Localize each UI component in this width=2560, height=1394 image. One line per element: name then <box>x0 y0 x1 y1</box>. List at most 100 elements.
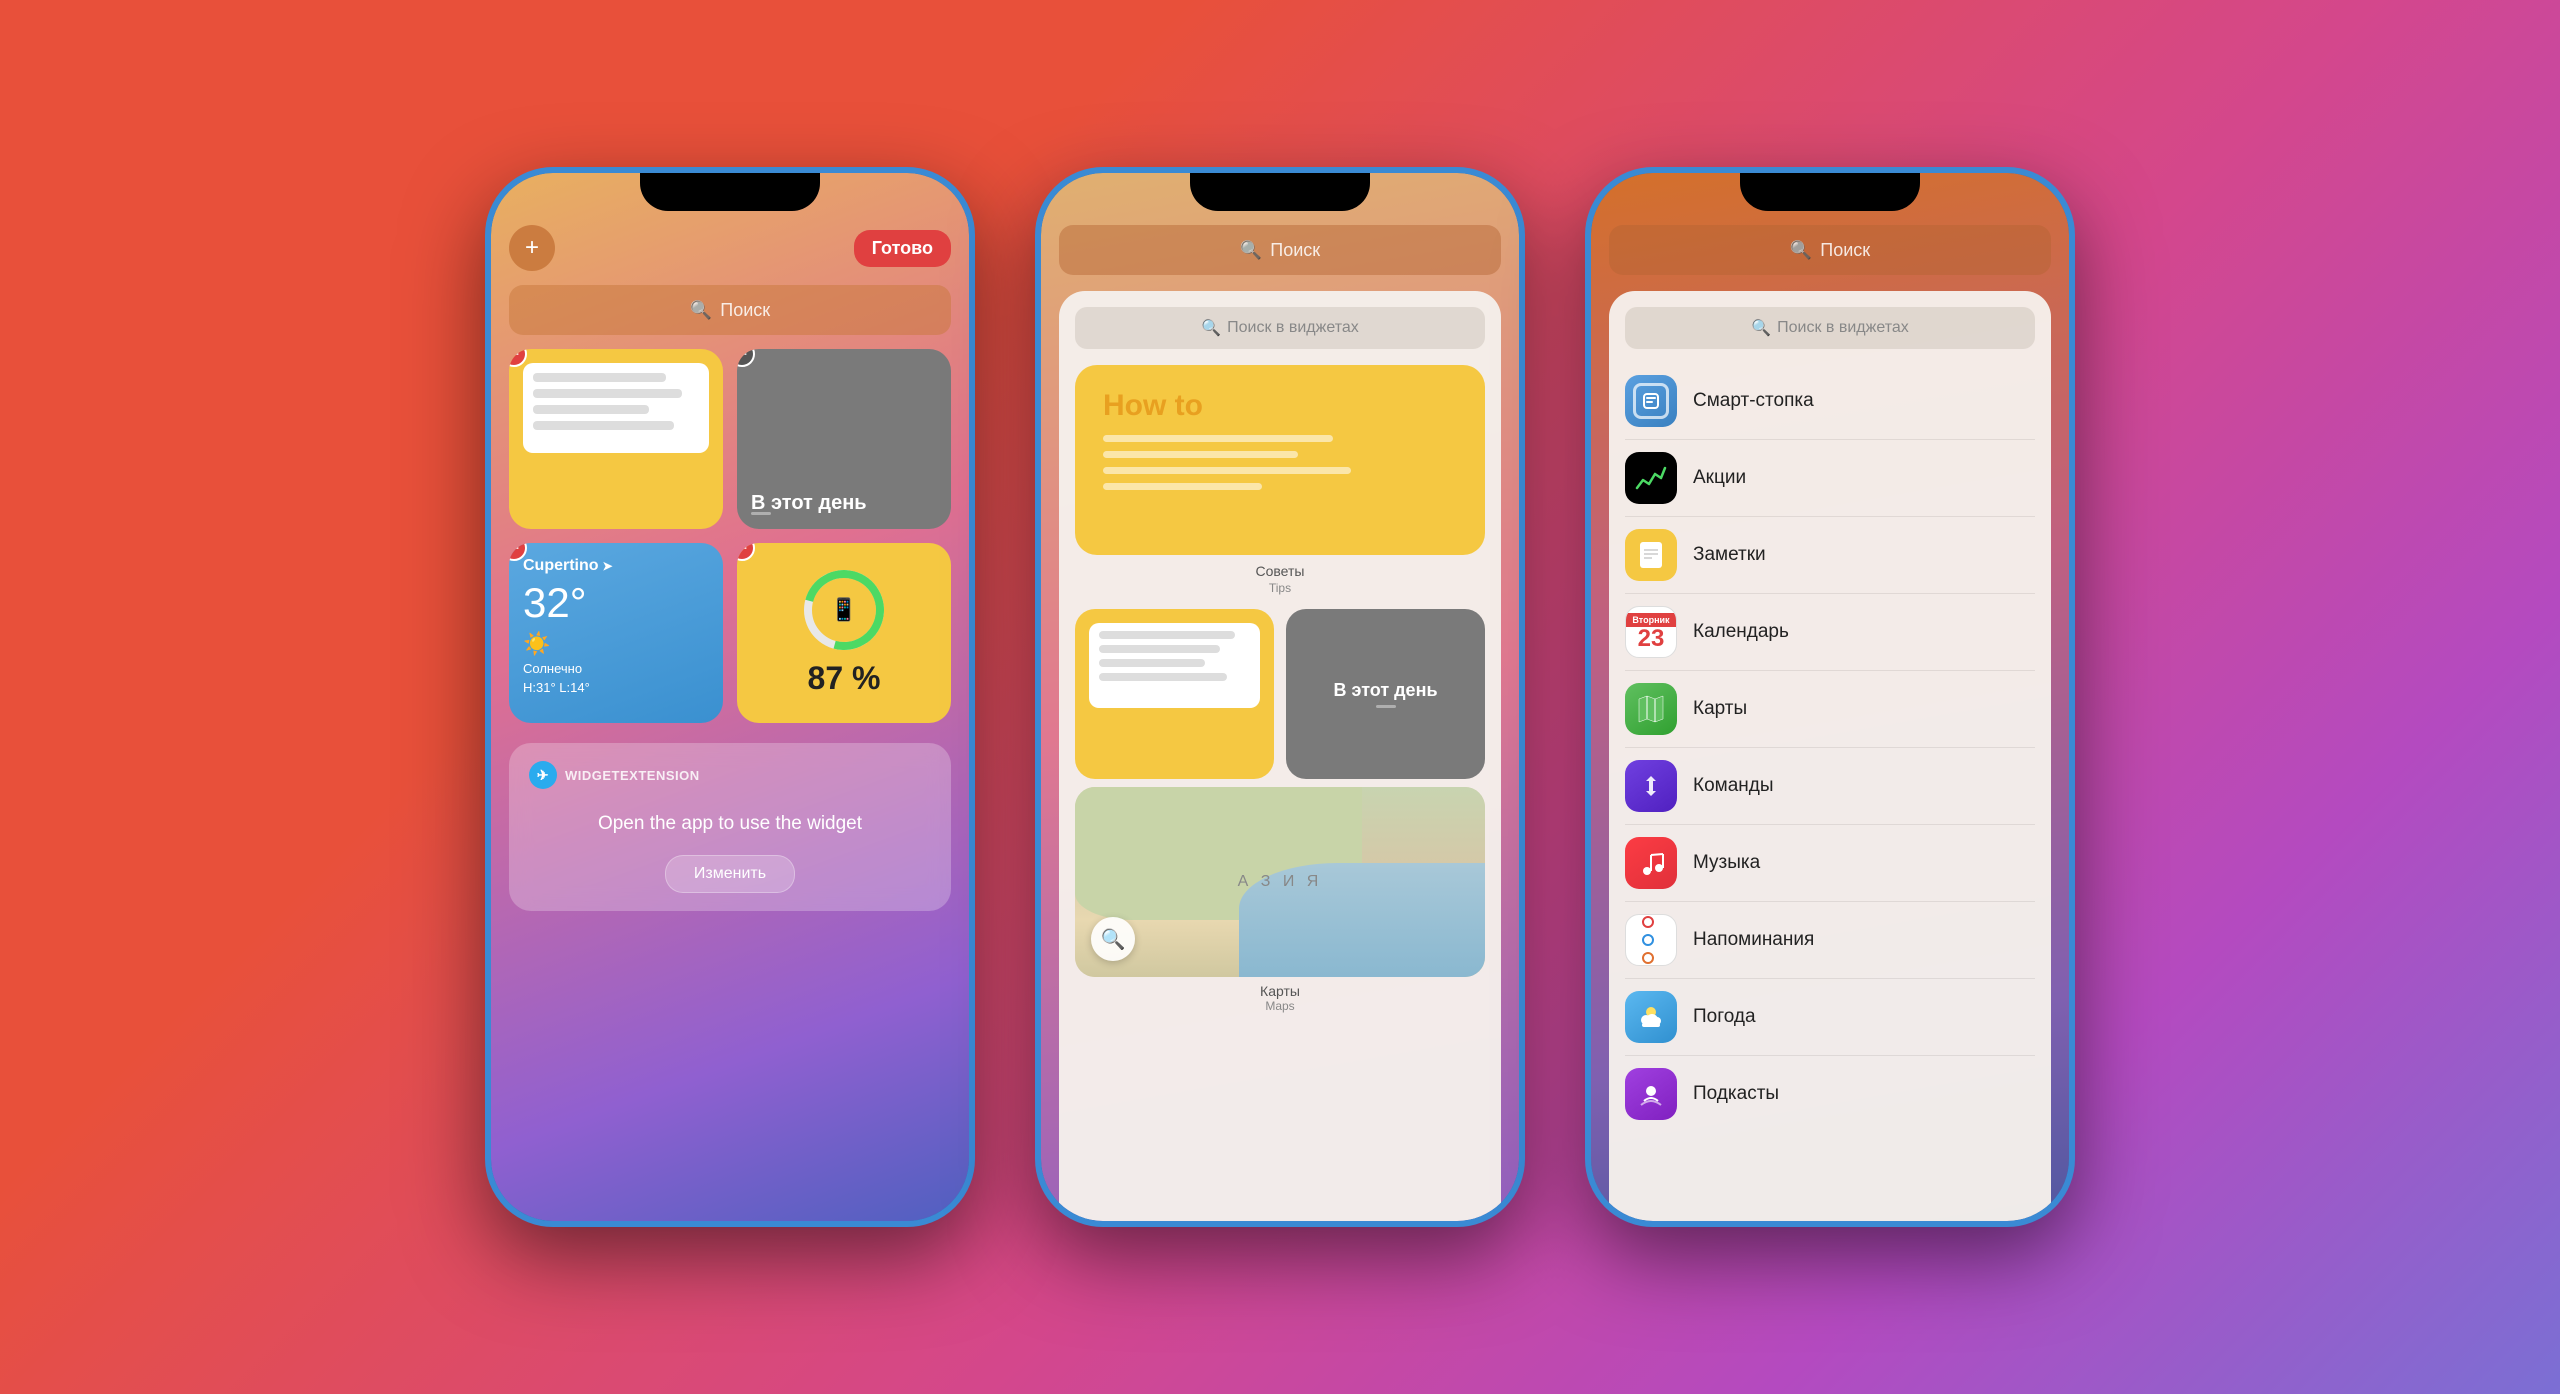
gallery-search-label: Поиск в виджетах <box>1227 319 1359 337</box>
smartstack-inner <box>1633 383 1669 419</box>
tips-widget[interactable]: How to <box>1075 365 1485 555</box>
notes-icon <box>1625 529 1677 581</box>
battery-percent: 87 % <box>808 660 881 697</box>
reminders-icon <box>1625 914 1677 966</box>
phone3-topbar: 🔍 Поиск <box>1609 225 2051 275</box>
list-item[interactable]: Вторник 23 Календарь <box>1625 594 2035 671</box>
app-name-weather: Погода <box>1693 1006 1756 1028</box>
tips-sublabel: Tips <box>1075 581 1485 595</box>
music-icon <box>1625 837 1677 889</box>
list-item[interactable]: Музыка <box>1625 825 2035 902</box>
weather-icon-app <box>1625 991 1677 1043</box>
list-item[interactable]: Смарт-стопка <box>1625 363 2035 440</box>
shortcuts-icon <box>1625 760 1677 812</box>
screen-3: 🔍 Поиск 🔍 Поиск в виджетах <box>1591 173 2069 1221</box>
izmeniti-button[interactable]: Изменить <box>665 855 795 893</box>
tg-text: Open the app to use the widget <box>529 803 931 855</box>
tip-dash-2 <box>1103 451 1298 458</box>
maps-icon <box>1625 683 1677 735</box>
ready-button[interactable]: Готово <box>854 230 951 267</box>
list-item[interactable]: Акции <box>1625 440 2035 517</box>
in-day-widget[interactable]: − В этот день <box>737 349 951 529</box>
search-bar-1[interactable]: 🔍 Поиск <box>509 285 951 335</box>
notes-small-widget[interactable]: Заметки Заметка <box>1075 609 1274 779</box>
app-name-reminders: Напоминания <box>1693 929 1814 951</box>
tips-dashes <box>1103 435 1457 490</box>
phone2-topbar: 🔍 Поиск <box>1059 225 1501 275</box>
tip-dash-1 <box>1103 435 1333 442</box>
weather-icon: ☀️ <box>523 631 709 657</box>
battery-widget[interactable]: − 📱 87 % <box>737 543 951 723</box>
phone1-topbar: + Готово <box>509 225 951 271</box>
add-widget-button[interactable]: + <box>509 225 555 271</box>
tip-dash-4 <box>1103 483 1262 490</box>
tg-title: ✈ WIDGETEXTENSION <box>529 761 931 789</box>
widgets-grid: − − В этот день <box>509 349 951 723</box>
p3-search-label: Поиск в виджетах <box>1777 319 1909 337</box>
tips-label: Советы <box>1075 563 1485 579</box>
app-name-calendar: Календарь <box>1693 621 1789 643</box>
stocks-icon <box>1625 452 1677 504</box>
map-sublabel: Maps <box>1075 999 1485 1013</box>
map-bg: А З И Я <box>1075 787 1485 977</box>
battery-ring: 📱 <box>804 570 884 650</box>
list-item[interactable]: Погода <box>1625 979 2035 1056</box>
app-list: Смарт-стопка Акции <box>1625 363 2035 1132</box>
list-item[interactable]: Карты <box>1625 671 2035 748</box>
tip-dash-3 <box>1103 467 1351 474</box>
search-icon-3: 🔍 <box>1790 240 1812 261</box>
search-icon-2: 🔍 <box>1240 240 1262 261</box>
list-item[interactable]: Подкасты <box>1625 1056 2035 1132</box>
map-label: Карты <box>1075 983 1485 999</box>
notes-widget-inner <box>509 349 723 529</box>
map-search-button[interactable]: 🔍 <box>1091 917 1135 961</box>
screen-1: + Готово 🔍 Поиск − <box>491 173 969 1221</box>
app-name-notes: Заметки <box>1693 544 1766 566</box>
list-item[interactable]: Заметки <box>1625 517 2035 594</box>
notch-3 <box>1740 173 1920 211</box>
widget-gallery-search[interactable]: 🔍 Поиск в виджетах <box>1075 307 1485 349</box>
app-name-stocks: Акции <box>1693 467 1746 489</box>
search-bar-2[interactable]: 🔍 Поиск <box>1059 225 1501 275</box>
telegram-widget[interactable]: ✈ WIDGETEXTENSION Open the app to use th… <box>509 743 951 911</box>
list-item[interactable]: Команды <box>1625 748 2035 825</box>
tips-howto: How to <box>1103 389 1457 423</box>
phone-1: + Готово 🔍 Поиск − <box>485 167 975 1227</box>
map-widget[interactable]: А З И Я 🔍 <box>1075 787 1485 977</box>
notch-1 <box>640 173 820 211</box>
search-label-3: Поиск <box>1820 240 1870 261</box>
app-name-maps: Карты <box>1693 698 1747 720</box>
notch-2 <box>1190 173 1370 211</box>
weather-temp: 32° <box>523 579 709 627</box>
weather-widget[interactable]: − Cupertino ➤ 32° ☀️ Солнечно H:31° L:14… <box>509 543 723 723</box>
calendar-day: 23 <box>1638 627 1665 651</box>
list-item[interactable]: Напоминания <box>1625 902 2035 979</box>
calendar-icon: Вторник 23 <box>1625 606 1677 658</box>
remove-battery-btn[interactable]: − <box>737 543 755 561</box>
weather-city: Cupertino ➤ <box>523 557 709 575</box>
weather-desc: Солнечно <box>523 661 709 676</box>
smartstack-icon <box>1625 375 1677 427</box>
zaметки-widget-inner <box>1075 609 1274 779</box>
notes-widget[interactable]: − <box>509 349 723 529</box>
search-label-1: Поиск <box>720 300 770 321</box>
app-name-music: Музыка <box>1693 852 1760 874</box>
photo-small-widget[interactable]: В этот день Фото Для Вас <box>1286 609 1485 779</box>
app-name-smartstack: Смарт-стопка <box>1693 390 1814 412</box>
phone3-content: 🔍 Поиск в виджетах <box>1609 291 2051 1221</box>
search-icon-1: 🔍 <box>690 300 712 321</box>
search-bar-3[interactable]: 🔍 Поиск <box>1609 225 2051 275</box>
izmeniti-container: Изменить <box>529 855 931 893</box>
gallery-search-icon: 🔍 <box>1201 318 1221 338</box>
phone3-widget-search[interactable]: 🔍 Поиск в виджетах <box>1625 307 2035 349</box>
app-name-podcasts: Подкасты <box>1693 1083 1779 1105</box>
podcasts-icon <box>1625 1068 1677 1120</box>
reminders-dots <box>1634 914 1668 966</box>
map-widget-container: А З И Я 🔍 Карты Maps <box>1075 787 1485 1013</box>
app-name-shortcuts: Команды <box>1693 775 1774 797</box>
phone-2: 🔍 Поиск 🔍 Поиск в виджетах How to Сов <box>1035 167 1525 1227</box>
phone-3: 🔍 Поиск 🔍 Поиск в виджетах <box>1585 167 2075 1227</box>
weather-hl: H:31° L:14° <box>523 680 709 695</box>
photo-text: В этот день <box>1333 680 1437 701</box>
photo-widget-inner: В этот день <box>1286 609 1485 779</box>
